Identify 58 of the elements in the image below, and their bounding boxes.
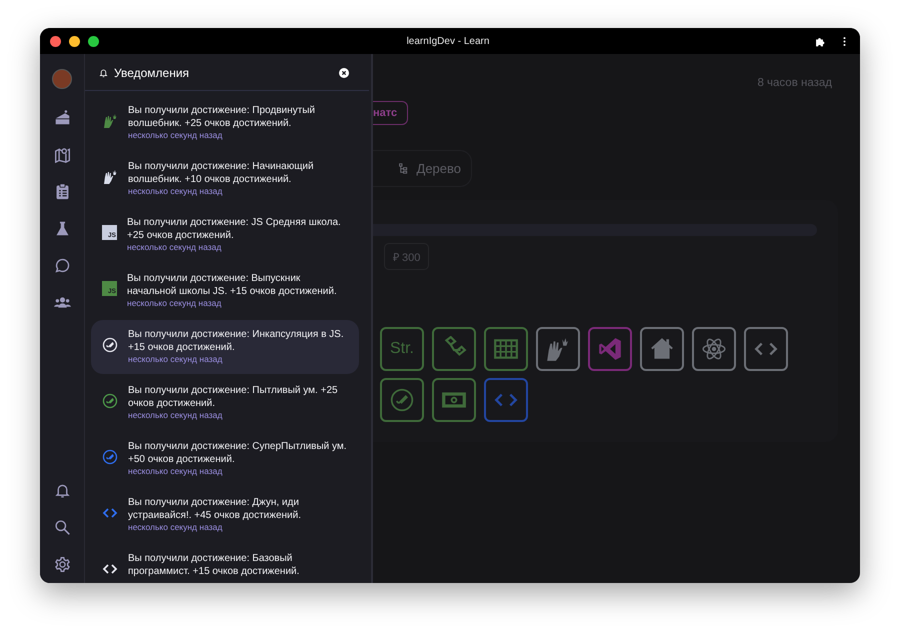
achievement-badge[interactable] (536, 327, 580, 371)
badge-label: Str. (390, 340, 414, 358)
tree-icon (398, 163, 409, 174)
notification-time: несколько секунд назад (128, 186, 224, 197)
chat-icon[interactable] (54, 257, 70, 274)
notification-text: Вы получили достижение: Джун, иди устраивайся!. +45 очков достижений. (128, 497, 302, 522)
notification-item[interactable]: Вы получили достижение: Джун, иди устраивайся!. +45 очков достижений. несколько секунд назад (91, 488, 359, 542)
notification-item[interactable]: Вы получили достижение: Продвинутый волшебник. +25 очков достижений. несколько секунд назад (91, 96, 359, 150)
cake-icon[interactable] (54, 109, 70, 126)
check-circle-icon (389, 387, 415, 413)
notification-text: Вы получили достижение: Пытливый ум. +25 очков достижений. (128, 385, 339, 410)
notification-item[interactable]: Вы получили достижение: СуперПытливый ум. +50 очков достижений. несколько секунд назад (91, 432, 359, 486)
settings-icon[interactable] (54, 556, 70, 573)
notification-time: несколько секунд назад (128, 410, 224, 421)
notification-text: Вы получили достижение: JS Средняя школа. +25 очков достижений. (127, 217, 342, 242)
house-icon (649, 336, 675, 362)
map-pin-icon[interactable] (54, 146, 70, 163)
achievement-badge[interactable] (692, 327, 736, 371)
ribbon-icon (597, 336, 623, 362)
notification-time: несколько секунд назад (128, 354, 224, 365)
minimize-window-button[interactable] (69, 36, 80, 46)
achievement-badge[interactable] (380, 378, 424, 422)
notification-time: несколько секунд назад (128, 466, 224, 477)
hand-icon (545, 336, 571, 362)
notification-text: Вы получили достижение: Инкапсуляция в JS. +15 очков достижений. (128, 329, 345, 354)
achievement-badge[interactable] (432, 327, 476, 371)
timestamp: 8 часов назад (756, 76, 833, 89)
panel-title: Уведомления (114, 66, 190, 80)
notification-text: Вы получили достижение: Выпускник начальной школы JS. +15 очков достижений. (127, 273, 338, 298)
notification-item[interactable]: Вы получили достижение: Инкапсуляция в JS. +15 очков достижений. несколько секунд назад (91, 320, 359, 374)
bell-icon[interactable] (54, 482, 70, 499)
puzzle-icon[interactable] (814, 36, 825, 46)
notification-text: Вы получили достижение: Базовый программист. +15 очков достижений. (128, 553, 300, 578)
flask-icon[interactable] (54, 220, 70, 237)
close-icon[interactable] (339, 68, 349, 78)
notification-time: несколько секунд назад (127, 298, 222, 309)
notification-item[interactable]: Вы получили достижение: Базовый программист. +15 очков достижений. (91, 544, 359, 583)
notification-text: Вы получили достижение: Продвинутый волшебник. +25 очков достижений. (128, 105, 316, 130)
close-window-button[interactable] (50, 36, 61, 46)
notification-time: несколько секунд назад (128, 130, 224, 141)
notification-item[interactable]: Вы получили достижение: Пытливый ум. +25 очков достижений. несколько секунд назад (91, 376, 359, 430)
achievement-badge[interactable] (640, 327, 684, 371)
notification-text: Вы получили достижение: Начинающий волшебник. +10 очков достижений. (128, 161, 315, 186)
clipboard-icon[interactable] (54, 183, 70, 200)
window-title: learnIgDev - Learn (406, 36, 490, 46)
achievement-badge[interactable] (484, 327, 528, 371)
notification-item[interactable]: Вы получили достижение: Начинающий волшебник. +10 очков достижений. несколько секунд назад (91, 152, 359, 206)
atom-icon (701, 336, 727, 362)
notification-time: несколько секунд назад (128, 522, 224, 533)
search-icon[interactable] (54, 519, 70, 536)
price-tag: ₽ 300 (384, 243, 430, 270)
achievement-badge[interactable] (432, 378, 476, 422)
notification-text: Вы получили достижение: СуперПытливый ум. +50 очков достижений. (128, 441, 348, 466)
notification-time: несколько секунд назад (127, 242, 222, 253)
more-menu-icon[interactable] (843, 36, 846, 46)
bell-icon (99, 68, 108, 78)
maximize-window-button[interactable] (88, 36, 99, 46)
achievement-badge[interactable] (744, 327, 788, 371)
